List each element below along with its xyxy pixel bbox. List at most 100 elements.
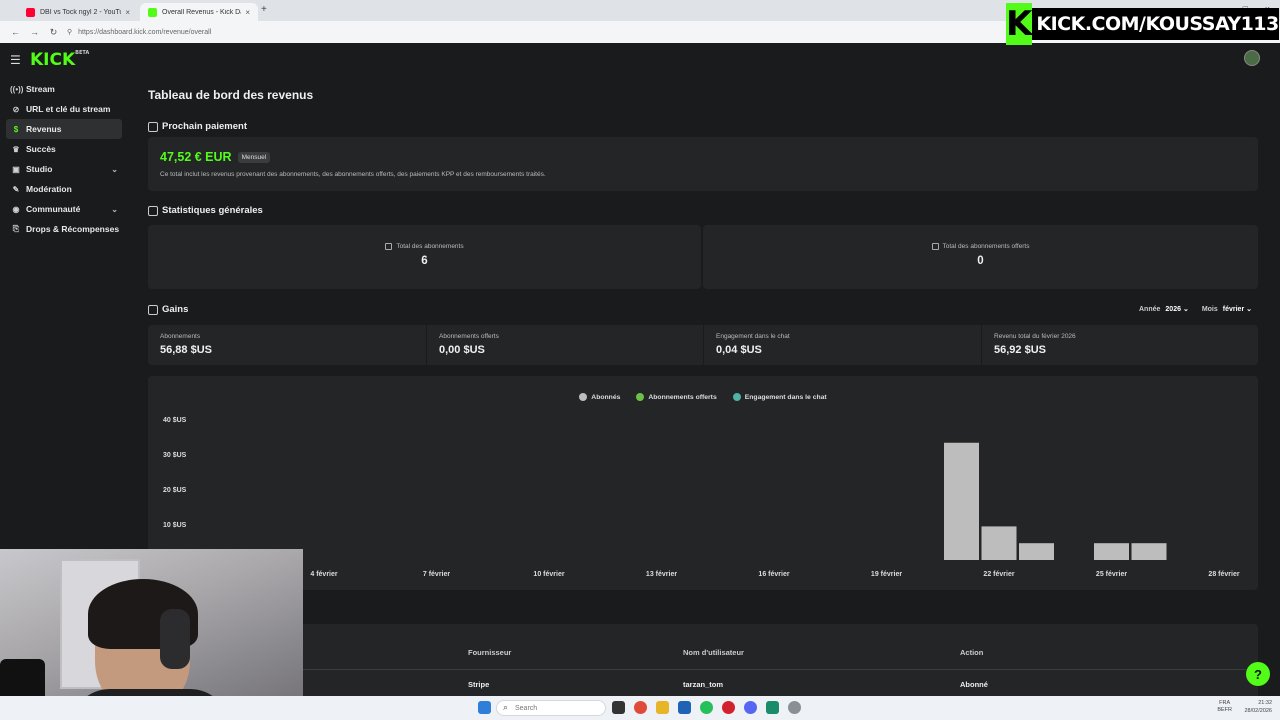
sidebar-item-moderation[interactable]: ✎ Modération [6, 179, 122, 199]
url-text: https://dashboard.kick.com/revenue/overa… [78, 28, 212, 36]
app-icon[interactable] [766, 701, 779, 714]
gain-cell: Revenu total du février 2026 56,92 $US [981, 325, 1258, 365]
reload-icon[interactable]: ↻ [44, 27, 63, 38]
column-header-action[interactable]: Action [960, 648, 983, 657]
chevron-down-icon: ⌄ [1182, 306, 1189, 313]
y-tick-label: 30 $US [163, 452, 187, 459]
back-icon[interactable]: ← [6, 27, 25, 37]
status-badge: Mensuel [237, 151, 271, 163]
table-divider [148, 669, 1246, 670]
sidebar-item-label: Succès [26, 144, 56, 154]
chart-bar[interactable] [944, 442, 979, 560]
tab-close-icon[interactable]: × [125, 8, 130, 17]
chart-bar[interactable] [1094, 543, 1129, 560]
trophy-icon: ♛ [12, 144, 20, 154]
channel-banner: K KICK.COM/KOUSSAY113 [1006, 3, 1279, 45]
chevron-down-icon: ⌄ [1246, 306, 1252, 313]
store-icon[interactable] [678, 701, 691, 714]
y-tick-label: 10 $US [163, 522, 187, 529]
chart-bar[interactable] [981, 526, 1017, 560]
table-cell-provider: Stripe [468, 680, 490, 689]
page-title: Tableau de bord des revenus [148, 88, 314, 102]
clock-time: 21:32 [1258, 700, 1272, 706]
help-chat-button[interactable]: ? [1246, 662, 1270, 686]
community-icon: ◉ [12, 204, 20, 214]
bar-chart-icon [148, 304, 158, 315]
sidebar-item-drops[interactable]: ⎘ Drops & Récompenses [6, 219, 122, 239]
gain-cell: Abonnements 56,88 $US [148, 325, 425, 365]
system-clock[interactable]: 21:32 28/02/2026 [1244, 699, 1272, 715]
transactions-table: Fournisseur Nom d'utilisateur Action Str… [148, 624, 1258, 704]
sidebar-item-communaute[interactable]: ◉ Communauté ⌄ [6, 199, 122, 219]
start-icon[interactable] [478, 701, 491, 714]
tab-title: Overall Revenus - Kick Dashbo [162, 8, 241, 16]
gains-chart-card: Abonnés Abonnements offerts Engagement d… [148, 376, 1258, 590]
column-header-username[interactable]: Nom d'utilisateur [683, 648, 744, 657]
stat-value: 6 [421, 255, 428, 267]
settings-icon[interactable] [788, 701, 801, 714]
stat-label-text: Total des abonnements [396, 243, 464, 250]
stat-subs: Total des abonnements 6 [148, 225, 701, 289]
forward-icon[interactable]: → [25, 27, 44, 37]
chart-bar[interactable] [1019, 543, 1054, 560]
x-tick-label: 16 février [758, 571, 789, 578]
taskbar-search[interactable]: Search [496, 700, 606, 716]
x-tick-label: 10 février [533, 571, 564, 578]
stat-label-text: Total des abonnements offerts [942, 243, 1030, 250]
kick-logo[interactable]: KICKBETA [30, 50, 89, 70]
webcam-headset-shape [160, 609, 190, 669]
x-tick-label: 28 février [1208, 571, 1239, 578]
stat-gift-subs: Total des abonnements offerts 0 [703, 225, 1258, 289]
gain-cell: Abonnements offerts 0,00 $US [426, 325, 703, 365]
x-tick-label: 25 février [1096, 571, 1127, 578]
table-cell-action: Abonné [960, 680, 988, 689]
month-select[interactable]: février ⌄ [1223, 305, 1252, 313]
browser-tab-youtube[interactable]: DBI vs Tock ngyl 2 - YouTube × [18, 3, 138, 21]
browser-tab-kick[interactable]: Overall Revenus - Kick Dashbo × [140, 3, 258, 21]
widgets-icon[interactable] [612, 701, 625, 714]
y-tick-label: 20 $US [163, 487, 187, 494]
year-value: 2026 [1165, 306, 1181, 313]
stat-value: 0 [977, 255, 984, 267]
whatsapp-icon[interactable] [700, 701, 713, 714]
menu-icon[interactable]: ☰ [10, 53, 21, 67]
chrome-icon[interactable] [634, 701, 647, 714]
table-cell-username[interactable]: tarzan_tom [683, 680, 723, 689]
tab-title: DBI vs Tock ngyl 2 - YouTube [40, 8, 122, 16]
gains-summary: Abonnements 56,88 $US Abonnements offert… [148, 325, 1258, 365]
sidebar-item-succes[interactable]: ♛ Succès [6, 139, 122, 159]
payment-amount: 47,52 € EUR Mensuel [160, 150, 271, 164]
site-info-icon[interactable]: ⚲ [67, 28, 72, 36]
sidebar: ((•)) Stream ⊘ URL et clé du stream $ Re… [0, 79, 130, 239]
sidebar-item-studio[interactable]: ▣ Studio ⌄ [6, 159, 122, 179]
chart-bar[interactable] [1131, 543, 1167, 560]
dollar-icon: $ [13, 124, 19, 134]
os-taskbar: Search FRA BEFR 21:32 28/02/2026 [0, 696, 1280, 720]
next-payment-card: 47,52 € EUR Mensuel Ce total inclut les … [148, 137, 1258, 191]
opera-icon[interactable] [722, 701, 735, 714]
folder-icon[interactable] [656, 701, 669, 714]
url-field[interactable]: ⚲ https://dashboard.kick.com/revenue/ove… [67, 28, 212, 37]
chart-icon [931, 243, 939, 250]
sidebar-item-label: Drops & Récompenses [26, 224, 120, 234]
sidebar-item-label: URL et clé du stream [26, 104, 111, 114]
keyboard-language[interactable]: FRA BEFR [1217, 700, 1232, 714]
gain-value: 0,04 $US [716, 344, 762, 356]
gain-value: 56,92 $US [994, 344, 1046, 356]
sidebar-item-label: Modération [26, 184, 72, 194]
gain-label: Abonnements offerts [439, 333, 499, 340]
month-value: février [1222, 306, 1245, 313]
payment-description: Ce total inclut les revenus provenant de… [160, 171, 546, 178]
sidebar-item-revenus[interactable]: $ Revenus [6, 119, 122, 139]
clock-date: 28/02/2026 [1244, 708, 1272, 714]
tab-close-icon[interactable]: × [245, 8, 250, 17]
sidebar-item-stream-key[interactable]: ⊘ URL et clé du stream [6, 99, 122, 119]
avatar[interactable] [1244, 50, 1260, 66]
new-tab-button[interactable]: + [261, 4, 267, 15]
banner-logo: K [1006, 3, 1033, 45]
column-header-provider[interactable]: Fournisseur [468, 648, 511, 657]
next-payment-heading: Prochain paiement [148, 121, 247, 132]
sidebar-item-stream[interactable]: ((•)) Stream [6, 79, 122, 99]
year-select[interactable]: 2026 ⌄ [1165, 305, 1188, 313]
discord-icon[interactable] [744, 701, 757, 714]
